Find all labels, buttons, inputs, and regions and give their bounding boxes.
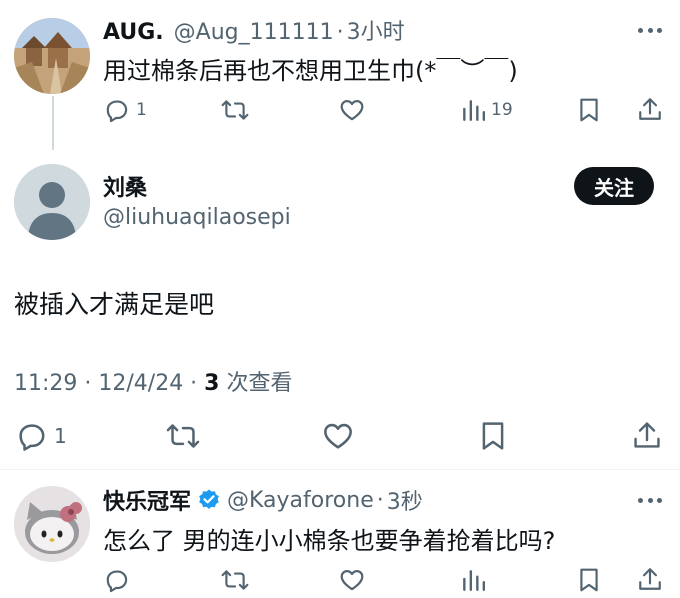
reply-button[interactable]: 1: [104, 97, 147, 123]
retweet-icon: [221, 100, 249, 120]
bookmark-button[interactable]: [578, 97, 600, 123]
reply-count: 1: [54, 424, 67, 448]
more-options-icon[interactable]: [638, 27, 662, 33]
avatar-photo-icon: [14, 18, 90, 94]
avatar[interactable]: [14, 18, 90, 94]
timestamp[interactable]: 3秒: [387, 484, 423, 516]
like-button[interactable]: [322, 420, 354, 452]
retweet-icon: [221, 570, 249, 590]
hello-kitty-avatar-icon: [14, 486, 90, 562]
reply-icon: [106, 100, 128, 123]
tweet-metadata: 11:29 · 12/4/24 · 3 次查看: [14, 365, 292, 397]
like-button[interactable]: [339, 567, 365, 593]
retweet-button[interactable]: [221, 97, 249, 123]
default-avatar-icon: [14, 164, 90, 240]
user-handle[interactable]: @liuhuaqilaosepi: [103, 205, 291, 230]
user-handle[interactable]: @Kayaforone: [227, 488, 374, 513]
thread-connector-line: [52, 96, 54, 150]
tweet-text: 怎么了 男的连小小棉条也要争着抢着比吗?: [103, 527, 556, 555]
bookmark-button[interactable]: [480, 420, 506, 452]
tweet-timestamp[interactable]: 11:29 · 12/4/24 ·: [14, 371, 204, 396]
reply-count: 1: [136, 100, 147, 120]
display-name[interactable]: 快乐冠军: [103, 484, 191, 516]
heart-icon: [340, 570, 364, 591]
view-count: 3: [204, 371, 220, 396]
view-label: 次查看: [219, 371, 293, 396]
heart-icon: [324, 423, 352, 449]
views-chart-icon: [463, 100, 485, 121]
avatar[interactable]: [14, 164, 90, 240]
timestamp[interactable]: 3小时: [347, 14, 405, 46]
tweet-text: 被插入才满足是吧: [14, 290, 215, 319]
like-button[interactable]: [339, 97, 365, 123]
tweet-header: 快乐冠军 @Kayaforone · 3秒: [103, 484, 423, 516]
reply-button[interactable]: [104, 567, 130, 593]
retweet-button[interactable]: [166, 420, 200, 452]
tweet-header: AUG. @Aug_111111 · 3小时: [103, 14, 405, 46]
more-options-icon[interactable]: [638, 497, 662, 503]
views-button[interactable]: 19: [461, 97, 513, 123]
verified-badge-icon: [199, 489, 219, 509]
display-name[interactable]: 刘桑: [103, 176, 147, 201]
bookmark-icon: [580, 98, 598, 122]
heart-icon: [340, 100, 364, 121]
share-button[interactable]: [638, 96, 662, 122]
user-handle[interactable]: @Aug_111111: [174, 20, 334, 45]
views-chart-icon: [463, 570, 485, 591]
share-icon: [639, 98, 661, 120]
bookmark-button[interactable]: [578, 567, 600, 593]
retweet-icon: [166, 424, 200, 448]
share-button[interactable]: [638, 566, 662, 592]
share-icon: [634, 422, 660, 448]
divider: [0, 469, 680, 470]
retweet-button[interactable]: [221, 567, 249, 593]
display-name[interactable]: AUG.: [103, 20, 164, 45]
bookmark-icon: [580, 568, 598, 592]
reply-icon: [19, 424, 45, 451]
tweet-text: 用过棉条后再也不想用卫生巾(*￣︶￣): [103, 57, 518, 85]
share-button[interactable]: [633, 419, 661, 451]
separator-dot: ·: [336, 20, 344, 45]
display-name-wrap: 刘桑: [103, 170, 147, 202]
bookmark-icon: [482, 422, 504, 450]
reply-icon: [106, 570, 128, 593]
separator-dot: ·: [376, 487, 384, 513]
views-count: 19: [491, 100, 513, 120]
views-button[interactable]: [461, 567, 485, 593]
reply-button[interactable]: 1: [16, 420, 67, 452]
follow-button[interactable]: 关注: [574, 167, 654, 205]
avatar[interactable]: [14, 486, 90, 562]
share-icon: [639, 568, 661, 590]
